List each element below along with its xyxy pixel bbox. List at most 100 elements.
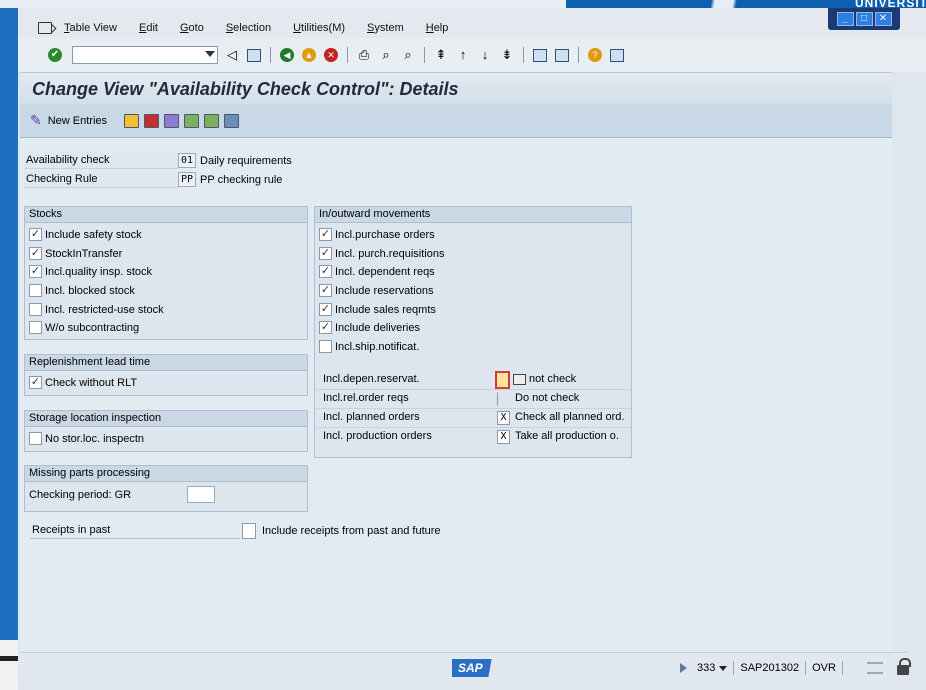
menu-system[interactable]: System [367,22,404,34]
find-icon[interactable]: ⌕ [378,47,394,63]
incl-depen-reservat-input[interactable] [495,371,510,389]
stock-in-transfer-row: ✓ StockInTransfer [29,245,122,262]
status-mode[interactable]: OVR [812,662,836,674]
incl-ship-notificat-checkbox[interactable] [319,340,332,353]
stocks-group-title: Stocks [25,207,307,223]
previous-entry-icon[interactable] [184,113,200,128]
copy-icon[interactable] [124,113,140,128]
save-icon[interactable] [246,47,262,63]
checking-rule-row: Checking Rule PP PP checking rule [24,171,282,188]
quality-insp-stock-checkbox[interactable]: ✓ [29,265,42,278]
incl-planned-orders-input[interactable]: X [497,411,510,425]
new-session-icon[interactable] [532,47,548,63]
toolbar-separator [347,47,348,63]
status-separator [805,661,807,675]
include-safety-stock-checkbox[interactable]: ✓ [29,228,42,241]
availability-check-text: Daily requirements [200,154,292,167]
storage-location-group: Storage location inspection No stor.loc.… [24,410,308,452]
layout-menu-icon[interactable] [609,47,625,63]
storage-location-group-title: Storage location inspection [25,411,307,427]
menu-goto[interactable]: Goto [180,22,204,34]
status-info: 333 SAP201302 OVR [680,658,911,675]
checking-period-gr-input[interactable] [187,486,215,503]
receipts-in-past-field[interactable] [242,522,256,539]
exit-icon[interactable]: ▲ [301,47,317,63]
menu-selection[interactable]: Selection [226,22,271,34]
incl-planned-orders-row: Incl. planned orders X Check all planned… [315,409,631,428]
find-next-icon[interactable]: ⌕ [400,47,416,63]
minimize-icon[interactable]: _ [836,12,854,26]
incl-purchase-orders-label: Incl.purchase orders [335,228,435,241]
menu-edit[interactable]: Edit [139,22,158,34]
menubar: Table View Edit Goto Selection Utilities… [38,20,470,36]
first-page-icon[interactable]: ⇞ [433,47,449,63]
new-entries-icon: ✎ [30,112,42,128]
cancel-icon[interactable]: ✕ [323,47,339,63]
check-without-rlt-checkbox[interactable]: ✓ [29,376,42,389]
command-field[interactable] [72,46,218,64]
menu-table-view[interactable]: Table View [64,22,117,34]
no-stor-loc-inspectn-label: No stor.loc. inspectn [45,432,145,445]
status-client: 333 [697,662,716,674]
incl-purchase-orders-checkbox[interactable]: ✓ [319,228,332,241]
window-controls: _ □ ✕ [828,8,900,30]
restricted-use-stock-label: Incl. restricted-use stock [45,303,164,316]
command-input[interactable] [73,47,201,63]
help-icon[interactable]: ? [587,47,603,63]
next-page-icon[interactable]: ↓ [477,47,493,63]
include-deliveries-checkbox[interactable]: ✓ [319,321,332,334]
back-icon[interactable]: ◀ [279,47,295,63]
no-stor-loc-inspectn-row: No stor.loc. inspectn [29,430,144,447]
incl-rel-order-reqs-input[interactable] [497,392,510,406]
value-help-icon[interactable] [513,374,526,385]
command-dropdown-icon[interactable] [205,51,215,57]
shortcut-icon[interactable] [554,47,570,63]
stock-in-transfer-label: StockInTransfer [45,247,123,260]
wo-subcontracting-checkbox[interactable] [29,321,42,334]
undo-icon[interactable] [164,113,180,128]
checking-period-gr-label: Checking period: GR [29,488,132,501]
include-reservations-checkbox[interactable]: ✓ [319,284,332,297]
restricted-use-stock-checkbox[interactable] [29,303,42,316]
stock-in-transfer-checkbox[interactable]: ✓ [29,247,42,260]
incl-ship-notificat-label: Incl.ship.notificat. [335,340,420,353]
blocked-stock-checkbox[interactable] [29,284,42,297]
incl-ship-notificat-row: Incl.ship.notificat. [319,338,419,355]
enter-icon[interactable]: ✔ [48,48,62,62]
maximize-icon[interactable]: □ [855,12,873,26]
include-sales-reqmts-checkbox[interactable]: ✓ [319,303,332,316]
quality-insp-stock-label: Incl.quality insp. stock [45,265,152,278]
incl-production-orders-label: Incl. production orders [323,430,432,442]
back-triangle-icon[interactable]: ◁ [224,47,240,63]
availability-check-code[interactable]: 01 [178,153,197,168]
checking-rule-code[interactable]: PP [178,172,197,187]
status-expand-icon[interactable] [680,663,687,673]
last-page-icon[interactable]: ⇟ [499,47,515,63]
menu-utilities[interactable]: Utilities(M) [293,22,345,34]
menu-help[interactable]: Help [426,22,449,34]
lock-icon[interactable] [896,658,911,675]
incl-production-orders-input[interactable]: X [497,430,510,444]
next-entry-icon[interactable] [204,113,220,128]
incl-depen-reservat-text: not check [529,373,577,385]
variable-list-icon[interactable] [224,113,240,128]
incl-dependent-reqs-checkbox[interactable]: ✓ [319,265,332,278]
close-icon[interactable]: ✕ [874,12,892,26]
toolbar-separator [578,47,579,63]
print-icon[interactable]: ⎙ [356,47,372,63]
previous-page-icon[interactable]: ↑ [455,47,471,63]
check-without-rlt-label: Check without RLT [45,376,138,389]
no-stor-loc-inspectn-checkbox[interactable] [29,432,42,445]
blocked-stock-label: Incl. blocked stock [45,284,135,297]
screen-header: Change View "Availability Check Control"… [20,72,892,104]
status-dropdown-icon[interactable] [719,665,728,671]
status-layout-icon[interactable] [866,662,883,674]
toolbar-separator [424,47,425,63]
incl-planned-orders-text: Check all planned ord. [515,411,625,423]
incl-purch-requisitions-label: Incl. purch.requisitions [335,247,445,260]
incl-purch-requisitions-checkbox[interactable]: ✓ [319,247,332,260]
quality-insp-stock-row: ✓ Incl.quality insp. stock [29,263,152,280]
menu-exit-icon[interactable] [38,22,52,34]
new-entries-button[interactable]: ✎ New Entries [30,112,107,129]
delete-icon[interactable] [144,113,160,128]
